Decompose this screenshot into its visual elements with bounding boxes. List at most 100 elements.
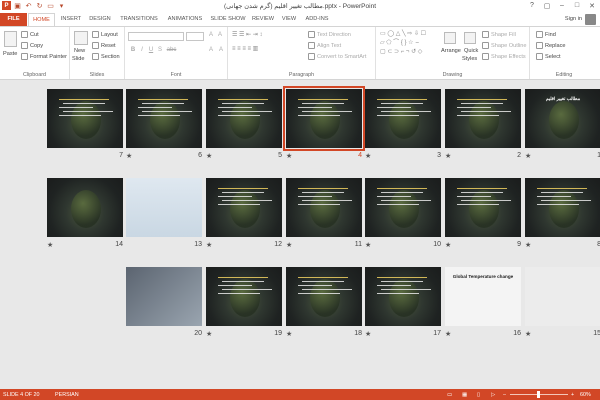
- transition-star-icon[interactable]: ★: [525, 152, 531, 160]
- slide-thumbnail[interactable]: [286, 267, 362, 326]
- align-icons[interactable]: ≡ ≡ ≡ ≡ ▥: [232, 45, 258, 52]
- shape-fill-button[interactable]: Shape Fill: [482, 31, 516, 38]
- tab-slide-show[interactable]: SLIDE SHOW: [209, 13, 247, 26]
- slide-sorter[interactable]: مطالب تغییر اقلیم 1 ★ 2 ★ 3 ★ 4 ★ 5 ★ 6 ★ 7 8 ★ 9 ★ 10 ★ 11 ★…: [0, 80, 600, 389]
- layout-button[interactable]: Layout: [92, 31, 118, 38]
- transition-star-icon[interactable]: ★: [47, 241, 53, 249]
- tab-file[interactable]: FILE: [0, 13, 27, 26]
- close-icon[interactable]: ✕: [586, 0, 598, 11]
- transition-star-icon[interactable]: ★: [286, 152, 292, 160]
- arrange-button[interactable]: Arrange: [441, 48, 461, 54]
- quick-styles-dropdown[interactable]: Styles: [462, 56, 477, 62]
- tab-view[interactable]: VIEW: [279, 13, 299, 26]
- tab-animations[interactable]: ANIMATIONS: [164, 13, 206, 26]
- tab-insert[interactable]: INSERT: [58, 13, 84, 26]
- clear-formatting-button[interactable]: A: [207, 47, 215, 53]
- reading-view-icon[interactable]: ▯: [477, 392, 480, 398]
- reset-button[interactable]: Reset: [92, 42, 116, 49]
- tab-review[interactable]: REVIEW: [250, 13, 276, 26]
- transition-star-icon[interactable]: ★: [126, 152, 132, 160]
- paste-icon[interactable]: [4, 31, 17, 47]
- replace-button[interactable]: Replace: [536, 42, 566, 49]
- tab-design[interactable]: DESIGN: [86, 13, 114, 26]
- transition-star-icon[interactable]: ★: [365, 241, 371, 249]
- find-button[interactable]: Find: [536, 31, 556, 38]
- slide-thumbnail[interactable]: [126, 89, 202, 148]
- transition-star-icon[interactable]: ★: [365, 152, 371, 160]
- transition-star-icon[interactable]: ★: [525, 330, 531, 338]
- shadow-button[interactable]: S: [156, 47, 164, 53]
- select-button[interactable]: Select: [536, 53, 561, 60]
- slide-thumbnail[interactable]: [126, 178, 202, 237]
- slide-thumbnail[interactable]: Global Temperature change: [445, 267, 521, 326]
- slideshow-view-icon[interactable]: ▷: [491, 392, 495, 398]
- transition-star-icon[interactable]: ★: [286, 330, 292, 338]
- minimize-icon[interactable]: –: [556, 0, 568, 11]
- transition-star-icon[interactable]: ★: [286, 241, 292, 249]
- bold-button[interactable]: B: [129, 47, 137, 53]
- font-color-button[interactable]: A: [217, 47, 225, 53]
- shapes-gallery[interactable]: ▭ ◯ △ ╲ ⇨ ⇩ ☐ ▱ ⬠ ⌒ { } ☆ ⌢ ▢ ⊂ ⊃ ⌐ ¬ ↺ ◇: [380, 30, 438, 57]
- copy-button[interactable]: Copy: [21, 42, 43, 49]
- transition-star-icon[interactable]: ★: [365, 330, 371, 338]
- transition-star-icon[interactable]: ★: [525, 241, 531, 249]
- tab-add-ins[interactable]: ADD-INS: [302, 13, 332, 26]
- slide-thumbnail[interactable]: [445, 89, 521, 148]
- arrange-icon[interactable]: [444, 32, 456, 44]
- slide-thumbnail[interactable]: [126, 267, 202, 326]
- slide-thumbnail[interactable]: [525, 267, 600, 326]
- zoom-level[interactable]: 60%: [580, 392, 591, 398]
- cut-button[interactable]: Cut: [21, 31, 39, 38]
- slide-count[interactable]: SLIDE 4 OF 20: [3, 392, 40, 398]
- underline-button[interactable]: U: [147, 47, 155, 53]
- slide-thumbnail[interactable]: [47, 178, 123, 237]
- bullets-icon[interactable]: ☰ ☰ ⇤ ⇥ ↕: [232, 31, 262, 38]
- ribbon-display-icon[interactable]: ▢: [541, 0, 553, 11]
- zoom-in-icon[interactable]: +: [571, 392, 574, 398]
- format-painter-button[interactable]: Format Painter: [21, 53, 67, 60]
- avatar[interactable]: [585, 14, 596, 25]
- grow-font-button[interactable]: A: [207, 32, 215, 38]
- slide-thumbnail[interactable]: [206, 89, 282, 148]
- strikethrough-button[interactable]: abc: [165, 47, 178, 53]
- new-slide-icon[interactable]: [74, 31, 88, 45]
- zoom-slider-handle[interactable]: [537, 391, 540, 398]
- zoom-out-icon[interactable]: –: [503, 392, 506, 398]
- slide-thumbnail[interactable]: [206, 178, 282, 237]
- slide-thumbnail[interactable]: [525, 178, 600, 237]
- help-icon[interactable]: ?: [526, 0, 538, 11]
- slide-sorter-view-icon[interactable]: ▦: [462, 392, 467, 398]
- slide-thumbnail[interactable]: [445, 178, 521, 237]
- shrink-font-button[interactable]: A: [216, 32, 224, 38]
- font-name-combo[interactable]: [128, 32, 184, 41]
- slide-thumbnail[interactable]: [286, 178, 362, 237]
- language-indicator[interactable]: PERSIAN: [55, 392, 79, 398]
- slide-thumbnail[interactable]: [365, 267, 441, 326]
- section-button[interactable]: Section: [92, 53, 120, 60]
- tab-transitions[interactable]: TRANSITIONS: [117, 13, 161, 26]
- transition-star-icon[interactable]: ★: [206, 152, 212, 160]
- transition-star-icon[interactable]: ★: [445, 152, 451, 160]
- convert-smartart-button[interactable]: Convert to SmartArt: [308, 53, 366, 60]
- normal-view-icon[interactable]: ▭: [447, 392, 452, 398]
- quick-styles-icon[interactable]: [464, 32, 476, 44]
- transition-star-icon[interactable]: ★: [445, 330, 451, 338]
- maximize-icon[interactable]: □: [571, 0, 583, 11]
- font-size-combo[interactable]: [186, 32, 204, 41]
- text-direction-button[interactable]: Text Direction: [308, 31, 351, 38]
- quick-styles-button[interactable]: Quick: [464, 48, 478, 54]
- shape-outline-button[interactable]: Shape Outline: [482, 42, 526, 49]
- slide-thumbnail[interactable]: [47, 89, 123, 148]
- transition-star-icon[interactable]: ★: [445, 241, 451, 249]
- slide-thumbnail[interactable]: مطالب تغییر اقلیم: [525, 89, 600, 148]
- transition-star-icon[interactable]: ★: [206, 241, 212, 249]
- slide-thumbnail[interactable]: [283, 86, 365, 151]
- tab-home[interactable]: HOME: [28, 13, 55, 27]
- slide-thumbnail[interactable]: [365, 178, 441, 237]
- new-slide-dropdown[interactable]: Slide: [72, 56, 84, 62]
- paste-button[interactable]: Paste: [3, 51, 17, 57]
- shape-effects-button[interactable]: Shape Effects: [482, 53, 526, 60]
- italic-button[interactable]: I: [138, 47, 146, 53]
- sign-in-link[interactable]: Sign in: [565, 16, 582, 22]
- align-text-button[interactable]: Align Text: [308, 42, 341, 49]
